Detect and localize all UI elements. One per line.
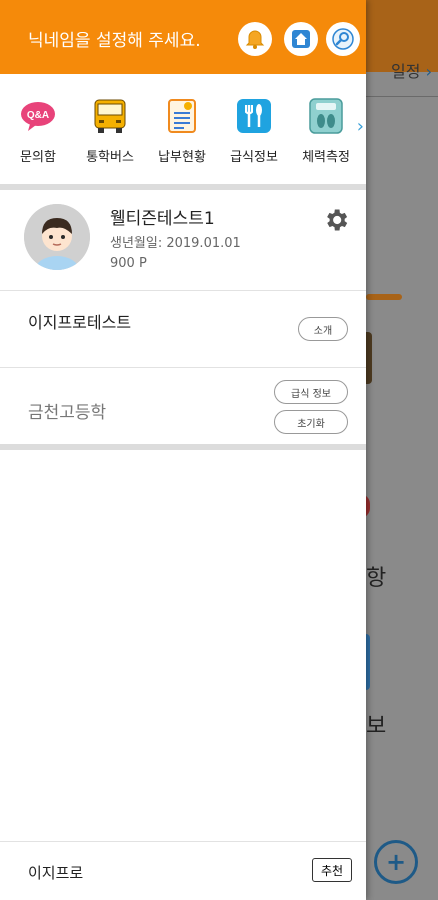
menu-item-payment[interactable]: 납부현황 [148, 96, 216, 165]
menu-item-fitness[interactable]: 체력측정 [292, 96, 360, 165]
school-item[interactable]: 이지프로테스트 소개 [0, 291, 366, 368]
drawer-footer: 이지프로 추천 [0, 841, 366, 900]
menu-item-meal[interactable]: 급식정보 [220, 96, 288, 165]
quick-menu: Q&A 문의함 통학버스 납부현황 급식정보 체력측정 › [0, 74, 366, 190]
navigation-drawer: 닉네임을 설정해 주세요. Q&A 문의함 통학버스 납부현황 급식정보 체력측… [0, 0, 366, 900]
settings-search-icon [332, 28, 354, 50]
fitness-icon [306, 96, 346, 136]
payment-icon [162, 96, 202, 136]
school-item[interactable]: 금천고등학 급식 정보 초기화 [0, 368, 366, 450]
menu-label: 체력측정 [302, 150, 350, 165]
gear-icon[interactable] [322, 206, 350, 234]
home-button[interactable] [284, 22, 318, 56]
bus-icon [90, 96, 130, 136]
home-icon [292, 30, 310, 48]
profile-card: 웰티즌테스트1 생년월일: 2019.01.01 900 P [0, 190, 366, 291]
nickname-prompt[interactable]: 닉네임을 설정해 주세요. [28, 26, 201, 51]
background-text: 보 [366, 714, 387, 739]
svg-text:Q&A: Q&A [27, 110, 49, 121]
menu-label: 문의함 [20, 150, 56, 165]
school-name: 금천고등학 [28, 403, 107, 423]
reset-button[interactable]: 초기화 [274, 410, 348, 434]
chevron-right-icon[interactable]: › [357, 116, 364, 137]
bell-icon [245, 30, 265, 49]
background-text: 항 [366, 566, 387, 591]
school-name: 이지프로테스트 [28, 313, 132, 332]
intro-button[interactable]: 소개 [298, 317, 348, 341]
drawer-header: 닉네임을 설정해 주세요. [0, 0, 366, 74]
settings-search-button[interactable] [326, 22, 360, 56]
menu-label: 납부현황 [158, 150, 206, 165]
menu-label: 급식정보 [230, 150, 278, 165]
notification-button[interactable] [238, 22, 272, 56]
recommend-button[interactable]: 추천 [312, 858, 352, 882]
footer-app-name: 이지프로 [28, 864, 84, 882]
background-tab-label: 일정 [391, 62, 421, 81]
add-button: + [374, 840, 418, 884]
menu-label: 통학버스 [86, 150, 134, 165]
qna-icon: Q&A [18, 96, 58, 136]
meal-info-button[interactable]: 급식 정보 [274, 380, 348, 404]
menu-item-inquiry[interactable]: Q&A 문의함 [4, 96, 72, 165]
background-tab-schedule: 일정 › [391, 62, 432, 81]
profile-points: 900 P [110, 256, 147, 271]
background-orange-bar [366, 294, 402, 300]
background-divider [366, 96, 438, 97]
profile-birthdate: 생년월일: 2019.01.01 [110, 236, 241, 251]
profile-name: 웰티즌테스트1 [110, 209, 215, 229]
menu-item-bus[interactable]: 통학버스 [76, 96, 144, 165]
meal-icon [234, 96, 274, 136]
avatar[interactable] [24, 204, 90, 270]
